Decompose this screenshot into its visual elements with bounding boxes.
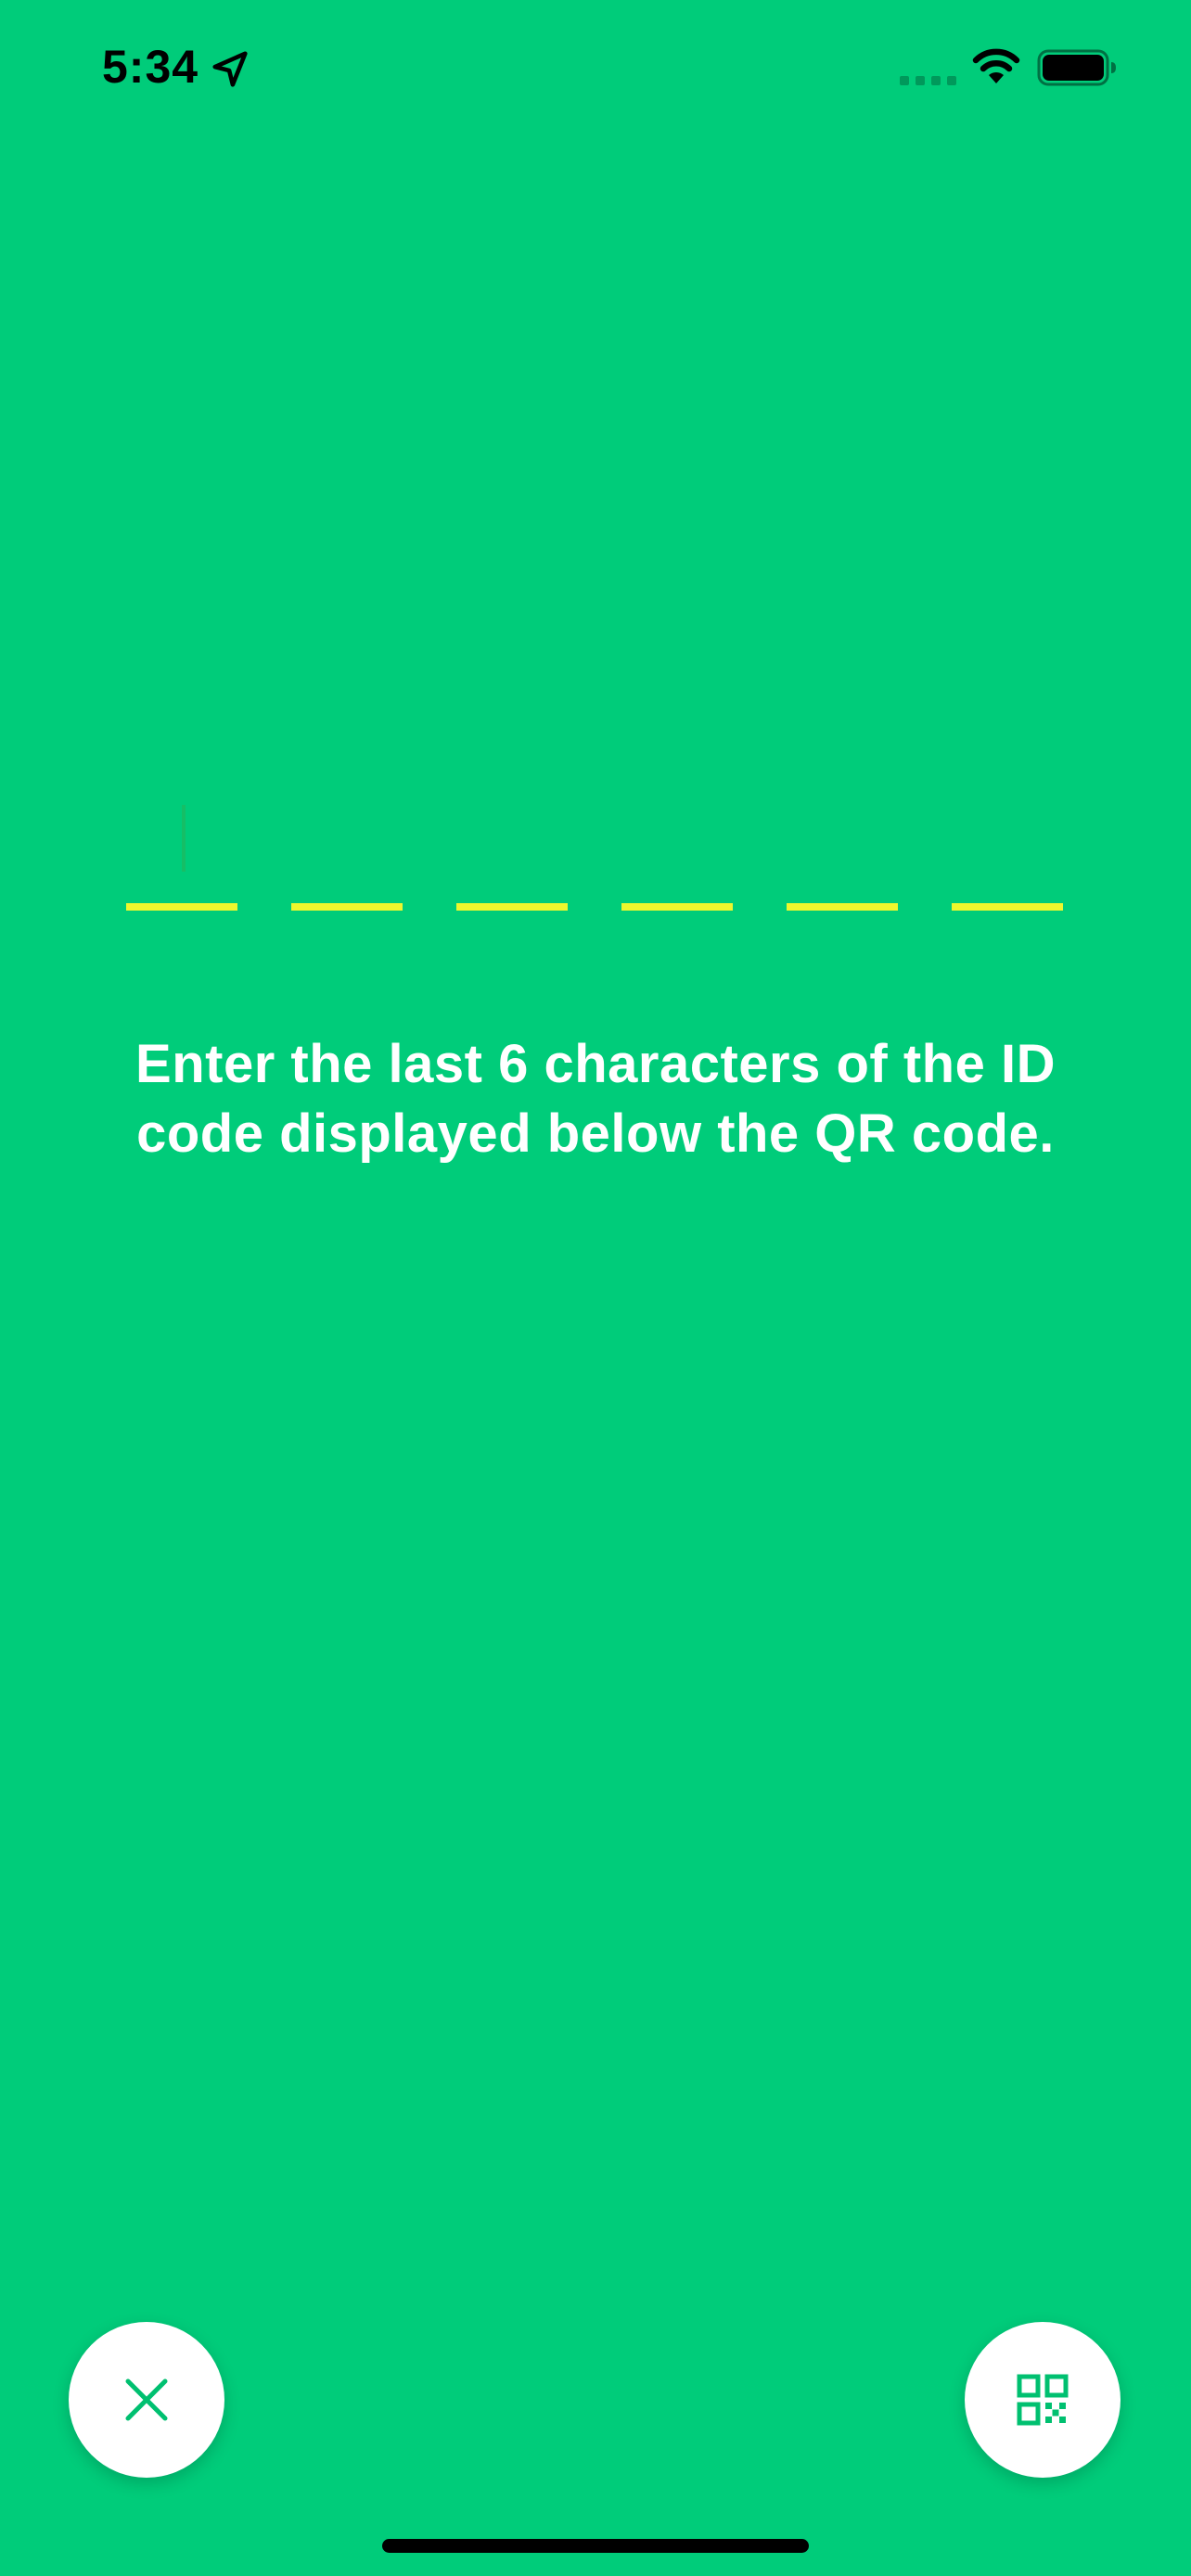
code-slot[interactable]	[952, 903, 1063, 911]
scan-qr-button[interactable]	[965, 2322, 1121, 2478]
status-bar: 5:34	[0, 0, 1191, 139]
code-slot[interactable]	[787, 903, 898, 911]
close-button[interactable]	[69, 2322, 224, 2478]
instruction-text: Enter the last 6 characters of the ID co…	[135, 1034, 1056, 1164]
home-indicator[interactable]	[382, 2539, 809, 2553]
text-cursor	[182, 805, 186, 872]
status-time: 5:34	[102, 41, 199, 93]
code-slot[interactable]	[621, 903, 733, 911]
wifi-icon	[972, 48, 1020, 83]
code-slot[interactable]	[126, 903, 237, 911]
cellular-signal-icon	[900, 76, 956, 85]
qr-code-icon	[1017, 2374, 1069, 2426]
location-arrow-icon	[212, 51, 248, 87]
code-slot[interactable]	[291, 903, 403, 911]
close-icon	[125, 2378, 168, 2421]
code-slot[interactable]	[456, 903, 568, 911]
battery-icon	[1037, 49, 1116, 86]
id-code-input[interactable]	[126, 797, 1065, 911]
